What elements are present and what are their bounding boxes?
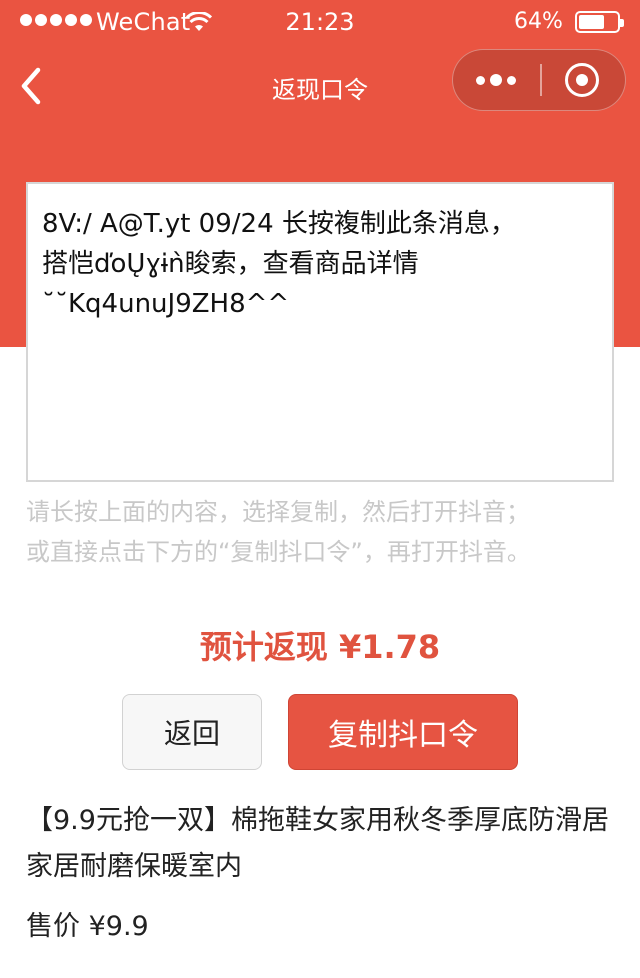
capsule-divider [540, 64, 542, 96]
miniprogram-capsule [452, 49, 626, 111]
copy-code-button[interactable]: 复制抖口令 [288, 694, 518, 770]
hint-line-2: 或直接点击下方的“复制抖口令”，再打开抖音。 [26, 538, 531, 566]
close-target-icon[interactable] [565, 63, 599, 97]
product-title: 【9.9元抢一双】棉拖鞋女家用秋冬季厚底防滑居家居耐磨保暖室内 [26, 805, 609, 882]
more-dots-icon[interactable] [473, 50, 519, 110]
estimated-cashback: 预计返现 ¥1.78 [199, 628, 441, 666]
instruction-hint: 请长按上面的内容，选择复制，然后打开抖音； 或直接点击下方的“复制抖口令”，再打… [26, 492, 626, 572]
status-bar: WeChat 21:23 64% [0, 0, 640, 44]
product-price: 售价 ¥9.9 [26, 911, 149, 942]
back-button[interactable]: 返回 [122, 694, 262, 770]
battery-percent: 64% [514, 9, 563, 34]
hint-line-1: 请长按上面的内容，选择复制，然后打开抖音； [26, 498, 530, 526]
battery-icon [575, 11, 624, 33]
code-textarea[interactable]: 8V:/ A@T.yt 09/24 长按複制此条消息， 搭恺ďoŲɣɨǹ睃索，查… [26, 182, 614, 482]
